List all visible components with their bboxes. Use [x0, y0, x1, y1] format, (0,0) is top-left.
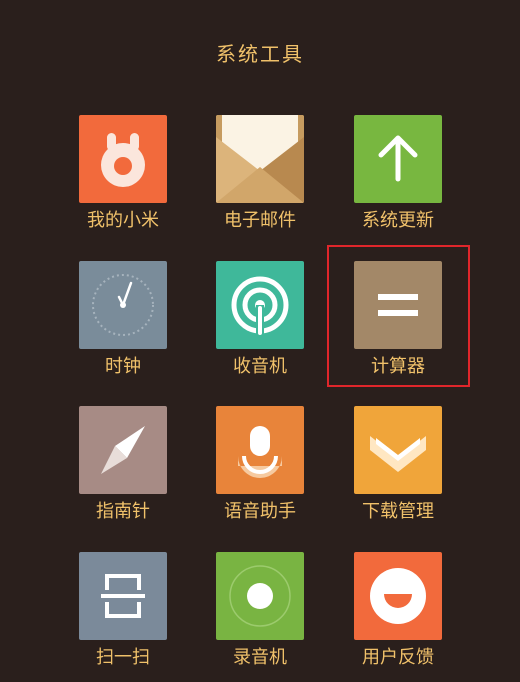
app-recorder[interactable]: 录音机	[200, 552, 320, 670]
app-tile[interactable]	[354, 115, 442, 203]
smile-face-icon	[370, 568, 426, 624]
microphone-icon	[238, 426, 282, 478]
envelope-icon	[216, 115, 304, 203]
mi-bunny-icon	[101, 133, 145, 187]
app-label: 下载管理	[362, 501, 434, 522]
app-tile[interactable]	[354, 552, 442, 640]
app-tile[interactable]	[216, 406, 304, 494]
app-system-update[interactable]: 系统更新	[338, 115, 458, 233]
app-feedback[interactable]: 用户反馈	[338, 552, 458, 670]
radio-signal-icon	[231, 276, 289, 341]
app-voice-assistant[interactable]: 语音助手	[200, 406, 320, 524]
app-label: 系统更新	[362, 210, 434, 231]
app-clock[interactable]: 时钟	[63, 261, 183, 379]
app-tile[interactable]	[354, 406, 442, 494]
app-radio[interactable]: 收音机	[200, 261, 320, 379]
app-tile[interactable]	[216, 115, 304, 203]
app-compass[interactable]: 指南针	[63, 406, 183, 524]
scan-frame-icon	[101, 574, 145, 618]
app-label: 语音助手	[224, 501, 296, 522]
app-scan[interactable]: 扫一扫	[63, 552, 183, 670]
app-label: 录音机	[233, 647, 287, 668]
app-label: 扫一扫	[96, 647, 150, 668]
page-title: 系统工具	[216, 42, 304, 66]
app-label: 用户反馈	[362, 647, 434, 668]
record-dot-icon	[229, 565, 291, 627]
app-tile[interactable]	[216, 261, 304, 349]
app-label: 我的小米	[87, 210, 159, 231]
app-tile[interactable]	[79, 261, 167, 349]
app-download-manager[interactable]: 下载管理	[338, 406, 458, 524]
app-label: 时钟	[105, 356, 141, 377]
app-tile[interactable]	[216, 552, 304, 640]
app-tile[interactable]	[79, 406, 167, 494]
arrow-up-icon	[378, 135, 418, 182]
app-tile[interactable]	[79, 115, 167, 203]
selection-highlight-box	[327, 245, 470, 387]
app-my-xiaomi[interactable]: 我的小米	[63, 115, 183, 233]
app-label: 收音机	[233, 356, 287, 377]
app-label: 指南针	[96, 501, 150, 522]
download-chevron-icon	[370, 436, 426, 472]
clock-icon	[92, 274, 154, 336]
app-label: 电子邮件	[224, 210, 296, 231]
app-tile[interactable]	[79, 552, 167, 640]
compass-needle-icon	[101, 426, 145, 474]
app-email[interactable]: 电子邮件	[200, 115, 320, 233]
